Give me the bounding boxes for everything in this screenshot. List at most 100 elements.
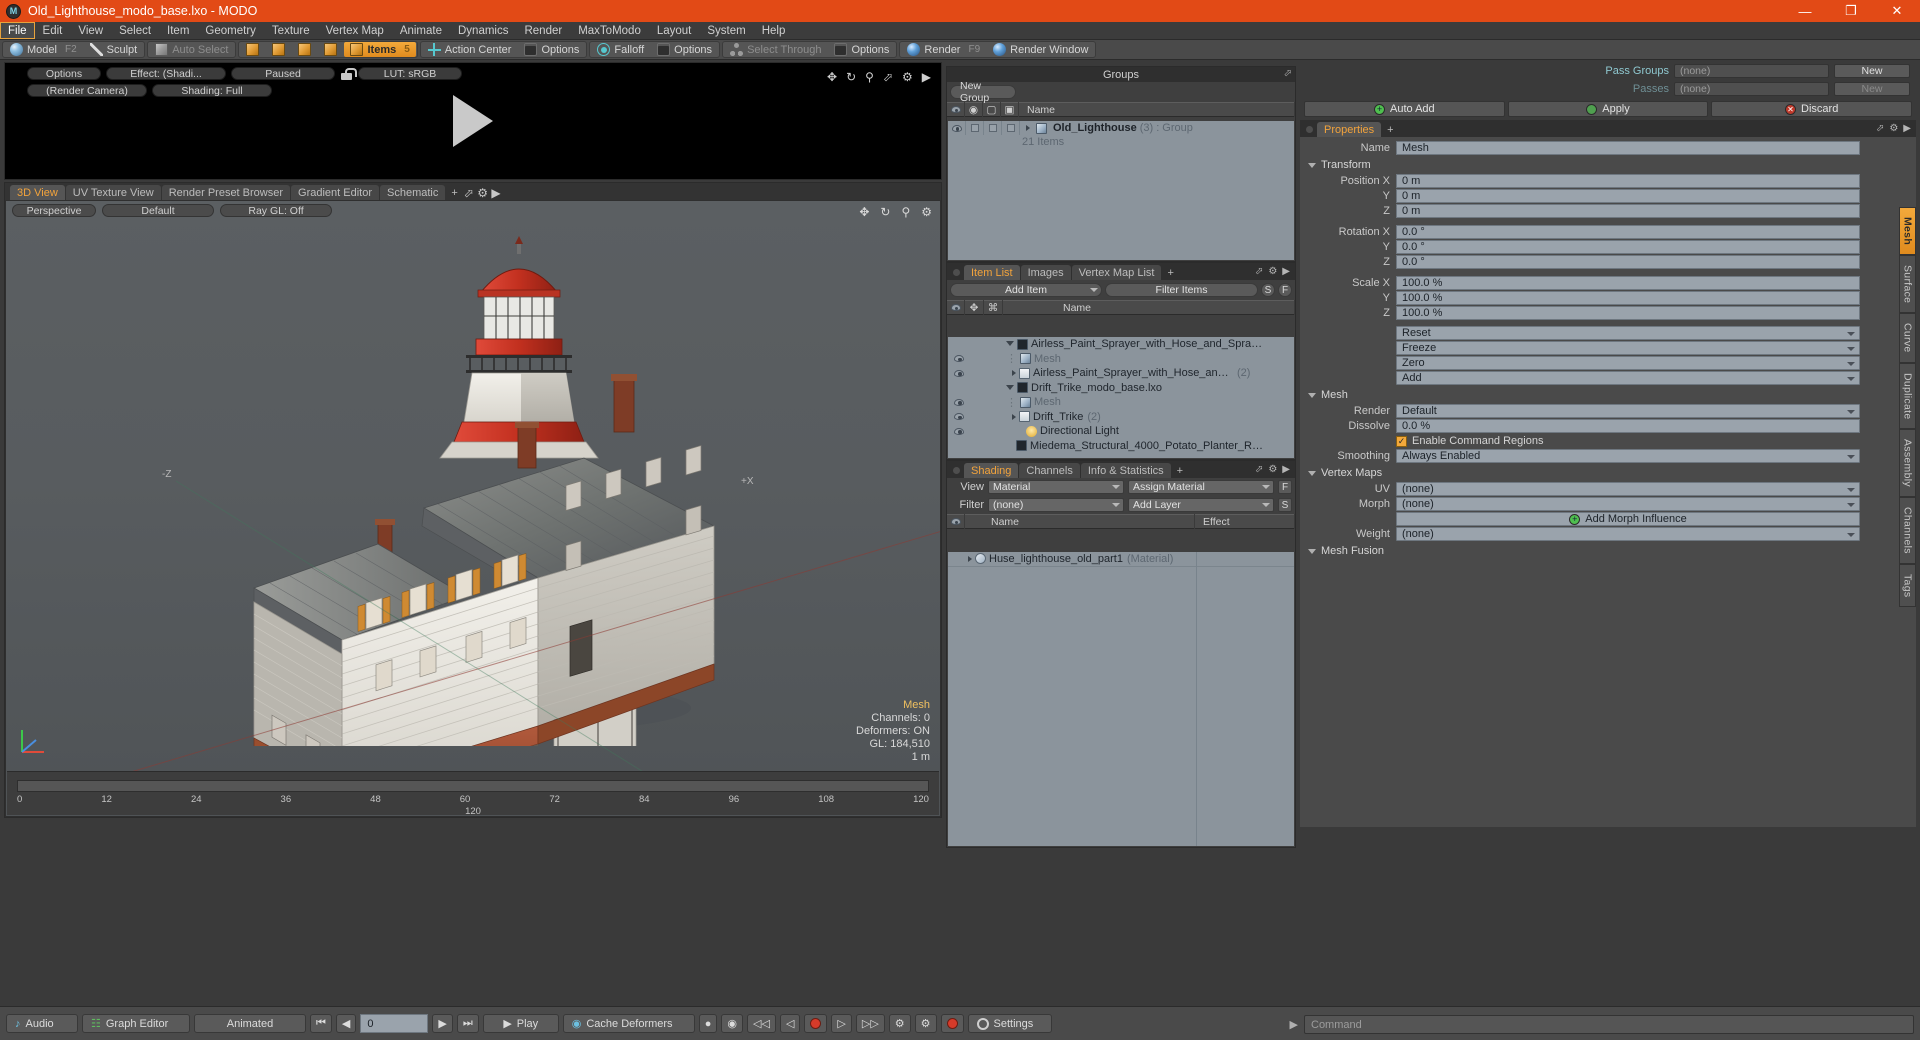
rotation-z-field[interactable]: 0.0 ° — [1396, 255, 1860, 269]
vtab-assembly[interactable]: Assembly — [1899, 429, 1916, 498]
tab-uv-texture-view[interactable]: UV Texture View — [65, 185, 161, 200]
tab-add-button[interactable]: + — [1162, 265, 1178, 280]
tab-channels[interactable]: Channels — [1019, 463, 1080, 478]
gear-icon[interactable]: ⚙ — [921, 205, 932, 219]
add-item-button[interactable]: Add Item — [950, 283, 1102, 297]
maximize-button[interactable]: ❐ — [1828, 0, 1874, 22]
mesh-section-header[interactable]: Mesh — [1300, 386, 1894, 404]
chevron-right-icon[interactable]: ▶ — [491, 186, 500, 200]
menu-dynamics[interactable]: Dynamics — [450, 22, 516, 39]
item-list-tree[interactable]: Airless_Paint_Sprayer_with_Hose_and_Spra… — [948, 337, 1294, 458]
expand-icon[interactable]: ⬀ — [1876, 123, 1884, 134]
gear-icon[interactable]: ⚙ — [477, 186, 488, 200]
record-button[interactable] — [804, 1014, 828, 1033]
step-back-button[interactable]: ◀ — [335, 1014, 357, 1033]
gear-icon[interactable]: ⚙ — [902, 70, 913, 84]
vtab-tags[interactable]: Tags — [1899, 564, 1916, 608]
polygons-mode-button[interactable] — [292, 42, 317, 57]
tab-vertex-map-list[interactable]: Vertex Map List — [1071, 265, 1162, 280]
gear-icon[interactable]: ⚙ — [1268, 464, 1277, 475]
position-x-field[interactable]: 0 m — [1396, 174, 1860, 188]
move-icon[interactable]: ✥ — [859, 205, 869, 219]
visibility-cell[interactable] — [950, 413, 968, 421]
autokey-button[interactable]: ◉ — [721, 1014, 744, 1033]
eye-icon[interactable] — [954, 427, 964, 435]
item-list-row[interactable]: Airless_Paint_Sprayer_with_Hose_and_Spra… — [948, 366, 1294, 381]
chevron-right-icon[interactable]: ▶ — [1282, 266, 1290, 277]
shading-f-button[interactable]: F — [1278, 480, 1292, 494]
visibility-cell[interactable] — [950, 398, 968, 406]
panel-menu-dot-icon[interactable] — [953, 467, 960, 474]
vtab-channels[interactable]: Channels — [1899, 497, 1916, 565]
preview-effect-dropdown[interactable]: Effect: (Shadi... — [106, 67, 226, 80]
disclosure-triangle-icon[interactable] — [968, 555, 972, 562]
zoom-icon[interactable]: ⚲ — [865, 70, 874, 84]
panel-menu-dot-icon[interactable] — [1306, 126, 1313, 133]
menu-edit[interactable]: Edit — [35, 22, 71, 39]
vtab-surface[interactable]: Surface — [1899, 255, 1916, 314]
dissolve-field[interactable]: 0.0 % — [1396, 419, 1860, 433]
preview-options-button[interactable]: Options — [27, 67, 101, 80]
disclosure-triangle-icon[interactable] — [1012, 370, 1016, 377]
rotate-icon[interactable]: ↻ — [880, 205, 890, 219]
step-forward-button[interactable]: ▶ — [432, 1014, 453, 1033]
filter-dropdown[interactable]: (none) — [988, 498, 1124, 512]
expand-icon[interactable]: ⬀ — [1284, 68, 1292, 79]
reset-dropdown[interactable]: Reset — [1396, 326, 1860, 340]
menu-maxtomodo[interactable]: MaxToModo — [570, 22, 649, 39]
preview-paused-button[interactable]: Paused — [231, 67, 335, 80]
zero-dropdown[interactable]: Zero — [1396, 356, 1860, 370]
chevron-right-icon[interactable]: ▶ — [1903, 123, 1911, 134]
range-end-button[interactable]: ▷▷ — [855, 1014, 885, 1033]
menu-vertex-map[interactable]: Vertex Map — [318, 22, 392, 39]
expand-icon[interactable]: ⬀ — [1255, 464, 1263, 475]
vertices-mode-button[interactable] — [240, 42, 265, 57]
skip-forward-button[interactable]: ⏭ — [456, 1014, 479, 1033]
shade-toggle-icon[interactable] — [1006, 124, 1015, 132]
vtab-curve[interactable]: Curve — [1899, 313, 1916, 363]
item-list-row[interactable]: Directional Light — [948, 424, 1294, 439]
add-dropdown[interactable]: Add — [1396, 371, 1860, 385]
menu-system[interactable]: System — [699, 22, 753, 39]
tab-images[interactable]: Images — [1020, 265, 1071, 280]
panel-menu-dot-icon[interactable] — [953, 269, 960, 276]
morph-dropdown[interactable]: (none) — [1396, 497, 1860, 511]
weight-dropdown[interactable]: (none) — [1396, 527, 1860, 541]
rotation-x-field[interactable]: 0.0 ° — [1396, 225, 1860, 239]
pass-groups-new-button[interactable]: New — [1834, 64, 1910, 78]
minimize-button[interactable]: — — [1782, 0, 1828, 22]
item-list-row[interactable]: ⋮ Mesh — [948, 352, 1294, 367]
vtab-duplicate[interactable]: Duplicate — [1899, 362, 1916, 430]
model-mode-button[interactable]: Model F2 — [4, 42, 83, 57]
select-through-options-button[interactable]: Options — [828, 42, 895, 57]
rotate-icon[interactable]: ↻ — [846, 70, 856, 84]
disclosure-triangle-icon[interactable] — [1012, 413, 1016, 420]
sculpt-mode-button[interactable]: Sculpt — [84, 42, 144, 57]
filter-s-button[interactable]: S — [1261, 283, 1275, 297]
checkbox-checked-icon[interactable]: ✓ — [1396, 435, 1407, 447]
tab-add-button[interactable]: + — [1382, 122, 1398, 137]
lock-icon[interactable] — [340, 67, 357, 80]
item-list-row[interactable]: Drift_Trike_modo_base.lxo — [948, 381, 1294, 396]
disclosure-triangle-icon[interactable] — [1006, 341, 1014, 349]
menu-view[interactable]: View — [70, 22, 111, 39]
preview-shading-dropdown[interactable]: Shading: Full — [152, 84, 272, 97]
shading-s-button[interactable]: S — [1278, 498, 1292, 512]
action-center-button[interactable]: Action Center — [422, 42, 518, 57]
menu-select[interactable]: Select — [111, 22, 159, 39]
discard-button[interactable]: ✕ Discard — [1711, 101, 1913, 117]
item-list-row[interactable]: ⋮ Mesh — [948, 395, 1294, 410]
visibility-cell[interactable] — [950, 355, 968, 363]
wire-toggle-icon[interactable] — [988, 124, 997, 132]
fit-icon[interactable]: ⬀ — [883, 70, 893, 84]
menu-layout[interactable]: Layout — [649, 22, 700, 39]
transform-section-header[interactable]: Transform — [1300, 156, 1894, 174]
tab-schematic[interactable]: Schematic — [380, 185, 446, 200]
viewport-canvas[interactable]: Perspective Default Ray GL: Off ✥ ↻ ⚲ ⚙ … — [6, 201, 940, 816]
tab-add-button[interactable]: + — [1172, 463, 1188, 478]
rotation-y-field[interactable]: 0.0 ° — [1396, 240, 1860, 254]
auto-add-button[interactable]: + Auto Add — [1304, 101, 1505, 117]
menu-texture[interactable]: Texture — [264, 22, 318, 39]
skip-back-button[interactable]: ⏮ — [310, 1014, 332, 1033]
shading-row[interactable]: Huse_lighthouse_old_part1 (Material) — [948, 552, 1294, 567]
